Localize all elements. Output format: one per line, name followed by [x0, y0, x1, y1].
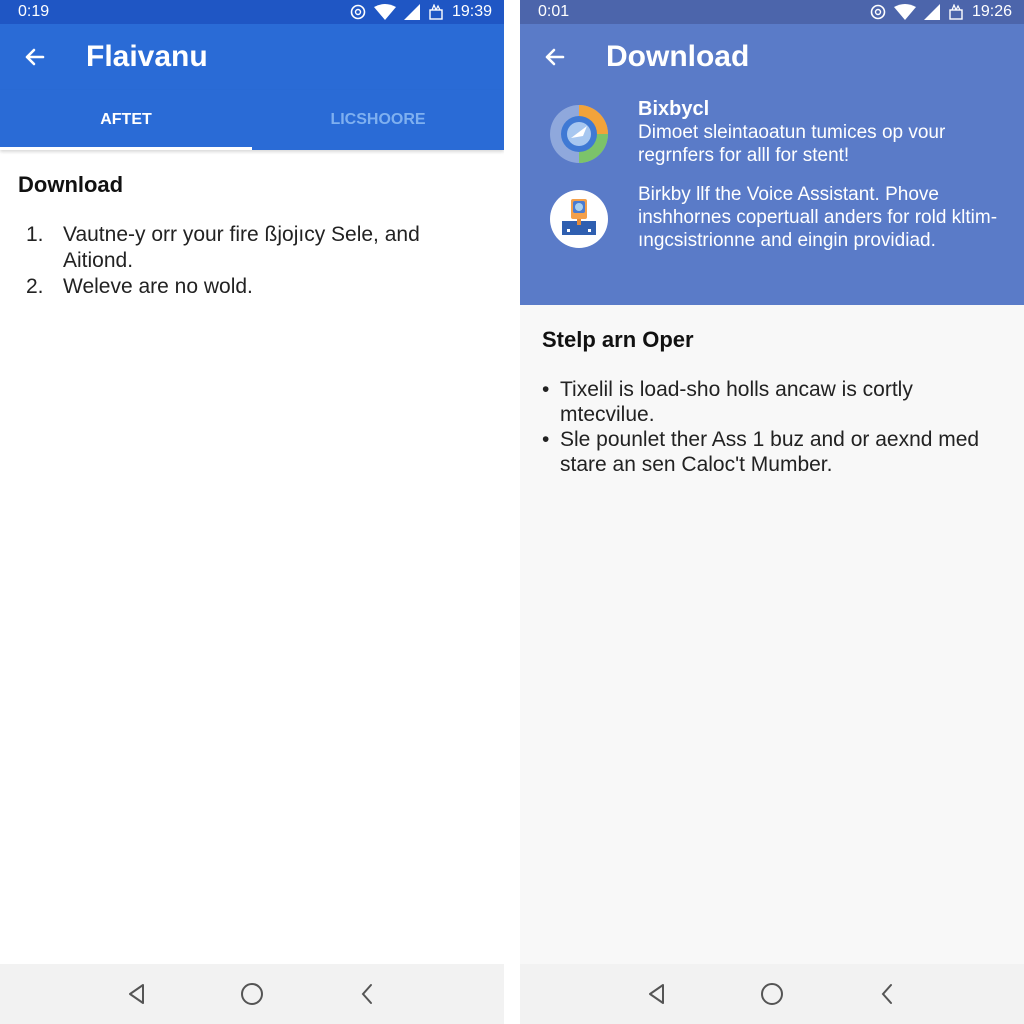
tab-aftet[interactable]: AFTET: [0, 90, 252, 150]
section-title: Stelp arn Oper: [542, 327, 694, 352]
step-text: Weleve are no wold.: [63, 275, 253, 298]
nav-home-button[interactable]: [232, 974, 272, 1014]
assistant-device-icon: [550, 190, 608, 248]
recents-chevron-icon: [881, 984, 892, 1004]
system-nav-bar: [520, 964, 1024, 1024]
page-title: Flaivanu: [86, 40, 208, 73]
wifi-icon: [373, 4, 396, 20]
signal-icon: [923, 4, 940, 20]
nav-recents-button[interactable]: [347, 974, 387, 1014]
step-number: 2.: [26, 275, 44, 298]
list-item: • Tixelil is load-sho holls ancaw is cor…: [542, 377, 1002, 427]
battery-icon: [949, 4, 963, 20]
back-triangle-icon: [129, 984, 145, 1004]
left-phone-screen: 0:19 19:39 Flaivanu AFTET LICSHOORE Down…: [0, 0, 504, 1024]
step-text: Vautne-y orr your fire ßjojıcy Sele, and…: [63, 223, 420, 272]
banner-description: Dimoet sleintaoatun tumices op vour regr…: [638, 122, 946, 166]
section-title: Download: [18, 172, 124, 197]
sync-icon: [870, 4, 886, 20]
back-button[interactable]: [0, 45, 70, 69]
banner-item[interactable]: Bixbycl Dimoet sleintaoatun tumices op v…: [520, 98, 1024, 167]
bullet-icon: •: [542, 428, 550, 451]
app-bar: Flaivanu: [0, 24, 504, 90]
system-nav-bar: [0, 964, 504, 1024]
home-circle-icon: [240, 983, 263, 1005]
bullet-icon: •: [542, 378, 550, 401]
status-time-left: 0:01: [538, 3, 570, 20]
list-item: 1. Vautne-y orr your fire ßjojıcy Sele, …: [18, 222, 486, 274]
nav-home-button[interactable]: [752, 974, 792, 1014]
bullet-list: • Tixelil is load-sho holls ancaw is cor…: [542, 377, 1002, 477]
nav-back-button[interactable]: [117, 974, 157, 1014]
arrow-left-icon: [25, 48, 45, 66]
step-number: 1.: [26, 223, 44, 246]
status-time-right: 19:26: [971, 3, 1012, 20]
bixby-chart-icon: [550, 105, 608, 163]
sync-icon: [350, 4, 366, 20]
status-icons: 19:39: [350, 3, 492, 21]
nav-back-button[interactable]: [637, 974, 677, 1014]
back-triangle-icon: [649, 984, 665, 1004]
banner-title: Bixbycl: [638, 98, 710, 120]
status-bar: 0:19 19:39: [0, 0, 504, 24]
content-area: Stelp arn Oper • Tixelil is load-sho hol…: [520, 305, 1024, 499]
back-button[interactable]: [520, 45, 590, 69]
content-area: Download 1. Vautne-y orr your fire ßjojı…: [0, 150, 504, 322]
bullet-text: Sle pounlet ther Ass 1 buz and or aexnd …: [560, 428, 980, 476]
status-icons: 19:26: [870, 3, 1012, 21]
right-phone-screen: 0:01 19:26 Download Bixbycl Dimoet slein…: [520, 0, 1024, 1024]
page-title: Download: [606, 40, 750, 73]
app-bar: Download: [520, 24, 1024, 90]
tab-bar: AFTET LICSHOORE: [0, 90, 504, 150]
recents-chevron-icon: [361, 984, 372, 1004]
tab-licshoore[interactable]: LICSHOORE: [252, 90, 504, 150]
nav-recents-button[interactable]: [867, 974, 907, 1014]
wifi-icon: [893, 4, 916, 20]
status-bar: 0:01 19:26: [520, 0, 1024, 24]
signal-icon: [403, 4, 420, 20]
list-item: • Sle pounlet ther Ass 1 buz and or aexn…: [542, 427, 1002, 477]
status-time-left: 0:19: [18, 3, 50, 20]
info-banner: Bixbycl Dimoet sleintaoatun tumices op v…: [520, 90, 1024, 305]
banner-item[interactable]: Birkby llf the Voice Assistant. Phove in…: [520, 183, 1024, 252]
bullet-text: Tixelil is load-sho holls ancaw is cortl…: [560, 378, 913, 426]
list-item: 2. Weleve are no wold.: [18, 274, 486, 300]
steps-list: 1. Vautne-y orr your fire ßjojıcy Sele, …: [18, 222, 486, 300]
status-time-right: 19:39: [451, 3, 492, 20]
home-circle-icon: [760, 983, 783, 1005]
banner-description: Birkby llf the Voice Assistant. Phove in…: [638, 184, 998, 251]
arrow-left-icon: [545, 48, 565, 66]
battery-icon: [429, 4, 443, 20]
